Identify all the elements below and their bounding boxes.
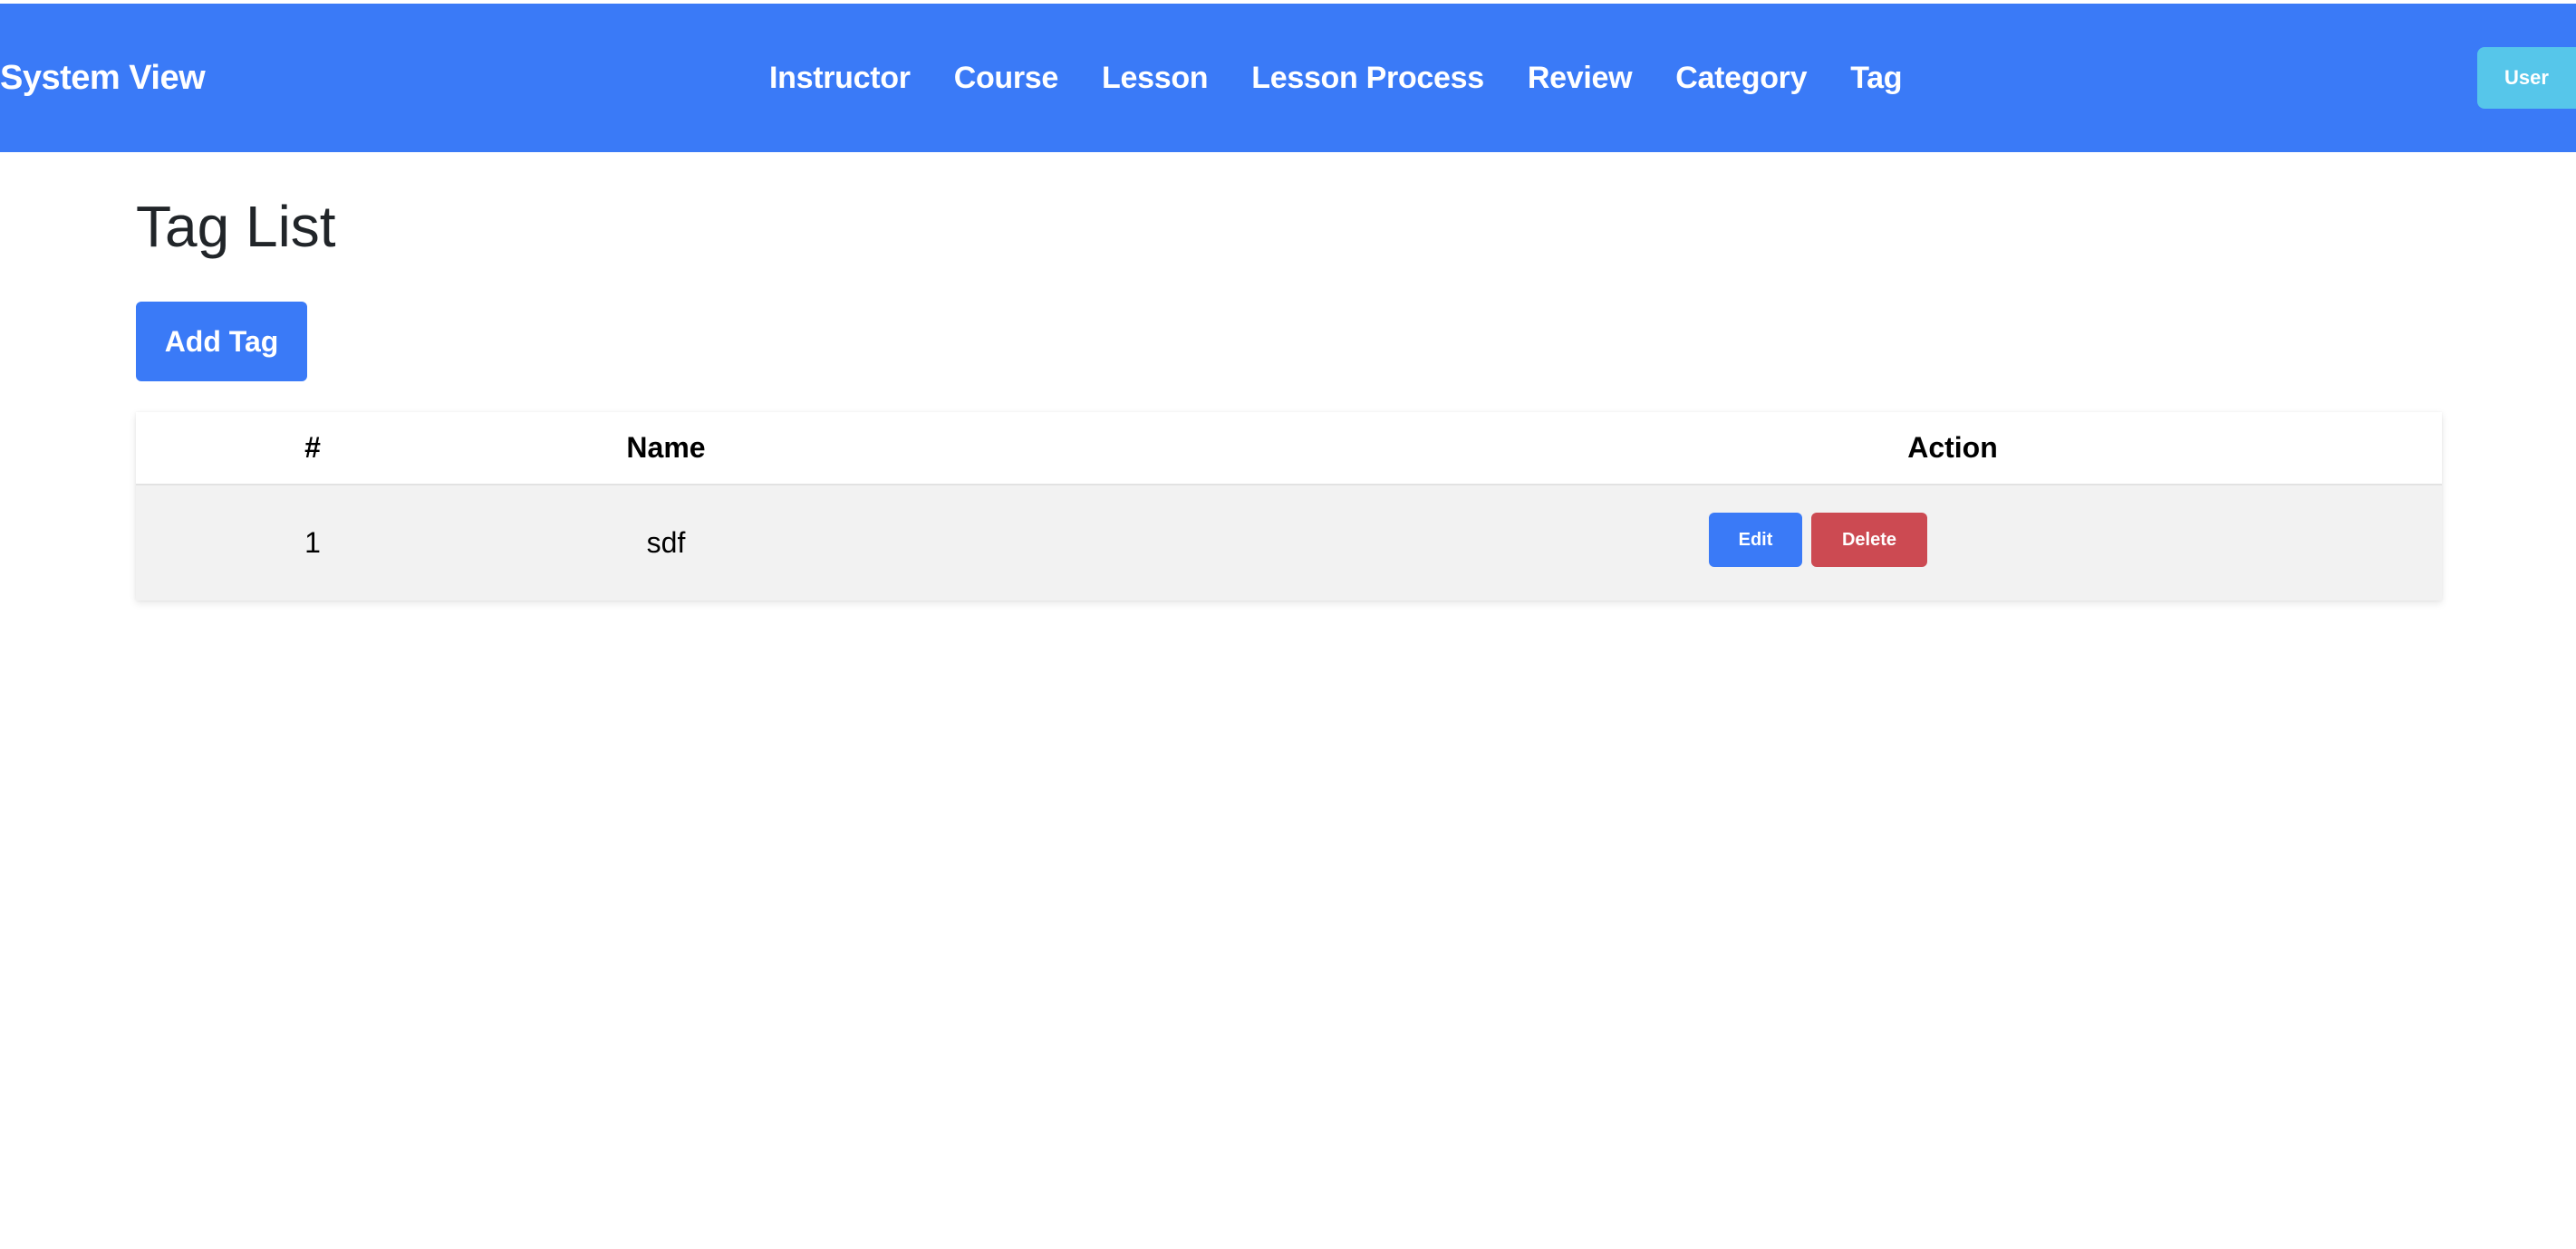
header-name: Name [626, 431, 706, 464]
row-actions: Edit Delete [1709, 513, 1927, 567]
table-header-row: # Name Action [136, 412, 2442, 485]
table-row: 1 sdf Edit Delete [136, 485, 2442, 600]
nav-links: Instructor Course Lesson Lesson Process … [769, 4, 1903, 152]
top-navbar: System View Instructor Course Lesson Les… [0, 4, 2576, 152]
row-number-cell: 1 [304, 526, 321, 559]
nav-link-review[interactable]: Review [1528, 61, 1633, 96]
page-title: Tag List [136, 194, 336, 259]
nav-link-lesson-process[interactable]: Lesson Process [1251, 61, 1484, 96]
add-tag-button[interactable]: Add Tag [136, 302, 307, 381]
tag-table: # Name Action 1 sdf Edit Delete [136, 412, 2442, 600]
delete-button[interactable]: Delete [1811, 513, 1927, 567]
nav-link-category[interactable]: Category [1675, 61, 1807, 96]
nav-link-tag[interactable]: Tag [1850, 61, 1902, 96]
header-number: # [304, 431, 321, 464]
app-window: System View Instructor Course Lesson Les… [0, 0, 2576, 1249]
row-name-cell: sdf [646, 526, 686, 559]
nav-link-instructor[interactable]: Instructor [769, 61, 911, 96]
brand-title[interactable]: System View [0, 4, 206, 152]
nav-link-course[interactable]: Course [954, 61, 1059, 96]
nav-link-lesson[interactable]: Lesson [1102, 61, 1209, 96]
user-button[interactable]: User [2477, 47, 2576, 109]
edit-button[interactable]: Edit [1709, 513, 1802, 567]
header-action: Action [1907, 431, 1998, 464]
